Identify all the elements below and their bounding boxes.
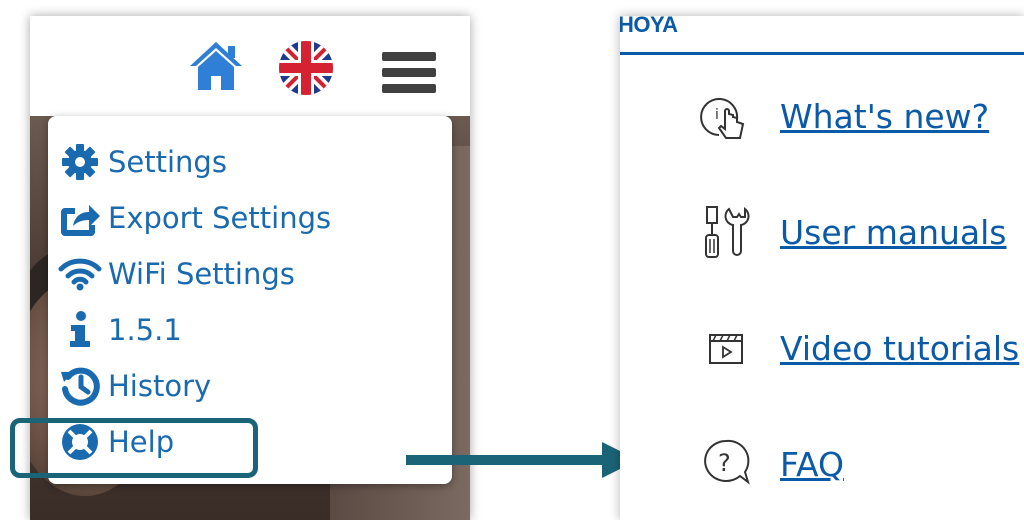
arrow-right-icon	[406, 442, 638, 478]
video-clapper-icon	[698, 320, 754, 376]
hoya-logo: HOYA	[620, 16, 678, 37]
svg-text:?: ?	[718, 449, 731, 477]
menu-item-wifi-settings[interactable]: WiFi Settings	[58, 250, 295, 298]
version-label: 1.5.1	[108, 313, 182, 347]
gear-icon	[58, 142, 102, 182]
menu-item-label: WiFi Settings	[108, 257, 295, 291]
svg-text:i: i	[715, 107, 719, 123]
video-tutorials-link[interactable]: Video tutorials	[780, 329, 1019, 368]
help-highlight-box	[10, 418, 258, 478]
help-link-user-manuals[interactable]: User manuals	[698, 202, 1007, 262]
header-divider	[620, 52, 1024, 55]
menu-item-version[interactable]: 1.5.1	[58, 306, 182, 354]
app-header	[30, 16, 470, 116]
question-bubble-icon: ?	[698, 436, 754, 492]
menu-item-label: Settings	[108, 145, 227, 179]
menu-item-label: Export Settings	[108, 201, 332, 235]
help-link-whats-new[interactable]: i What's new?	[698, 86, 989, 146]
hamburger-menu-icon[interactable]	[382, 52, 436, 96]
touch-info-icon: i	[698, 88, 754, 144]
help-link-faq[interactable]: ? FAQ	[698, 434, 844, 494]
user-manuals-link[interactable]: User manuals	[780, 213, 1007, 252]
uk-flag-icon[interactable]	[278, 40, 334, 96]
info-icon	[58, 310, 102, 350]
help-screen-right: HOYA i What's new? User manuals Video tu…	[620, 16, 1024, 520]
wifi-icon	[58, 254, 102, 294]
home-icon[interactable]	[188, 40, 244, 92]
menu-item-export-settings[interactable]: Export Settings	[58, 194, 331, 242]
menu-item-settings[interactable]: Settings	[58, 138, 227, 186]
menu-item-label: History	[108, 369, 212, 403]
faq-link[interactable]: FAQ	[780, 445, 844, 484]
history-icon	[58, 366, 102, 406]
tools-icon	[698, 204, 754, 260]
help-link-video-tutorials[interactable]: Video tutorials	[698, 318, 1019, 378]
whats-new-link[interactable]: What's new?	[780, 97, 989, 136]
share-export-icon	[58, 198, 102, 238]
menu-item-history[interactable]: History	[58, 362, 211, 410]
